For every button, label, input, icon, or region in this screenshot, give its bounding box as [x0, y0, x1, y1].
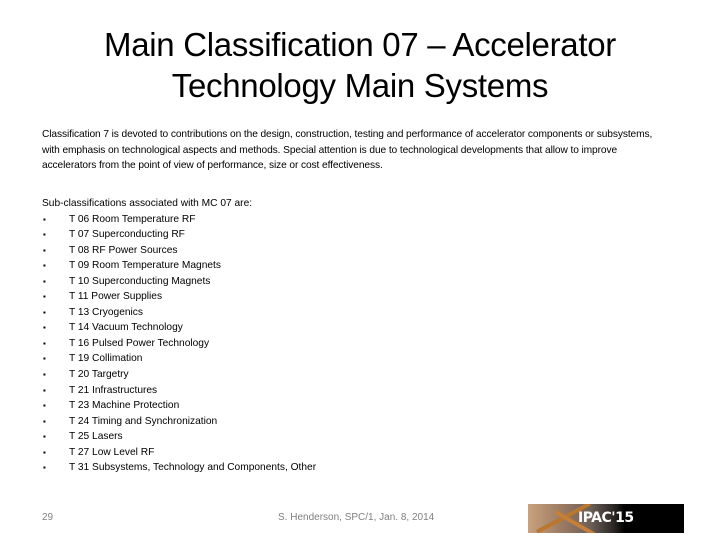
bullet-icon: ▪	[43, 385, 46, 395]
bullet-icon: ▪	[43, 447, 46, 457]
bullet-icon: ▪	[43, 292, 46, 302]
list-item-label: T 08 RF Power Sources	[69, 244, 178, 256]
list-item: ▪ T 11 Power Supplies	[42, 289, 316, 305]
list-item: ▪ T 27 Low Level RF	[42, 445, 316, 461]
list-item-label: T 24 Timing and Synchronization	[69, 415, 218, 427]
bullet-icon: ▪	[43, 338, 46, 348]
list-item-label: T 11 Power Supplies	[69, 291, 163, 303]
footer-attribution: S. Henderson, SPC/1, Jan. 8, 2014	[278, 512, 435, 523]
bullet-icon: ▪	[43, 276, 46, 286]
list-item-label: T 13 Cryogenics	[69, 306, 143, 318]
list-item-label: T 07 Superconducting RF	[69, 229, 185, 241]
bullet-icon: ▪	[43, 323, 46, 333]
list-item-label: T 10 Superconducting Magnets	[69, 275, 211, 287]
list-item: ▪ T 25 Lasers	[42, 429, 316, 445]
list-item: ▪ T 21 Infrastructures	[42, 383, 316, 399]
bullet-icon: ▪	[43, 463, 46, 473]
list-item: ▪ T 23 Machine Protection	[42, 398, 316, 414]
bullet-icon: ▪	[43, 307, 46, 317]
list-item: ▪ T 07 Superconducting RF	[42, 227, 316, 243]
list-item: ▪ T 13 Cryogenics	[42, 305, 316, 321]
list-item: ▪ T 20 Targetry	[42, 367, 316, 383]
list-item-label: T 23 Machine Protection	[69, 400, 180, 412]
sub-classification-list: ▪ T 06 Room Temperature RF ▪ T 07 Supercon…	[42, 212, 316, 476]
list-item-label: T 16 Pulsed Power Technology	[69, 337, 210, 349]
list-item-label: T 27 Low Level RF	[69, 446, 155, 458]
ipac15-logo: IPAC'15	[528, 504, 684, 533]
list-item-label: T 09 Room Temperature Magnets	[69, 260, 221, 272]
bullet-icon: ▪	[43, 401, 46, 411]
list-item: ▪ T 19 Collimation	[42, 351, 316, 367]
list-item-label: T 21 Infrastructures	[69, 384, 158, 396]
slide-title: Main Classification 07 – Accelerator Tec…	[104, 26, 616, 104]
list-item: ▪ T 10 Superconducting Magnets	[42, 274, 316, 290]
list-item: ▪ T 24 Timing and Synchronization	[42, 414, 316, 430]
slide-number: 29	[42, 512, 54, 523]
list-item: ▪ T 08 RF Power Sources	[42, 243, 316, 259]
list-item-label: T 31 Subsystems, Technology and Componen…	[69, 462, 317, 474]
bullet-icon: ▪	[43, 261, 46, 271]
list-item: ▪ T 09 Room Temperature Magnets	[42, 258, 316, 274]
bullet-icon: ▪	[43, 214, 46, 224]
intro-paragraph: Classification 7 is devoted to contribut…	[42, 129, 653, 172]
list-item-label: T 25 Lasers	[69, 431, 123, 443]
list-item: ▪ T 06 Room Temperature RF	[42, 212, 316, 228]
logo-text: IPAC'15	[578, 510, 634, 526]
bullet-icon: ▪	[43, 230, 46, 240]
bullet-icon: ▪	[43, 416, 46, 426]
list-item-label: T 06 Room Temperature RF	[69, 213, 196, 225]
list-item: ▪ T 16 Pulsed Power Technology	[42, 336, 316, 352]
bullet-icon: ▪	[43, 354, 46, 364]
list-item: ▪ T 14 Vacuum Technology	[42, 320, 316, 336]
list-item-label: T 20 Targetry	[69, 368, 129, 380]
list-item-label: T 14 Vacuum Technology	[69, 322, 183, 334]
sub-classifications-heading: Sub-classifications associated with MC 0…	[42, 198, 253, 209]
bullet-icon: ▪	[43, 432, 46, 442]
bullet-icon: ▪	[43, 369, 46, 379]
list-item-label: T 19 Collimation	[69, 353, 143, 365]
list-item: ▪ T 31 Subsystems, Technology and Compone…	[42, 460, 316, 476]
bullet-icon: ▪	[43, 245, 46, 255]
